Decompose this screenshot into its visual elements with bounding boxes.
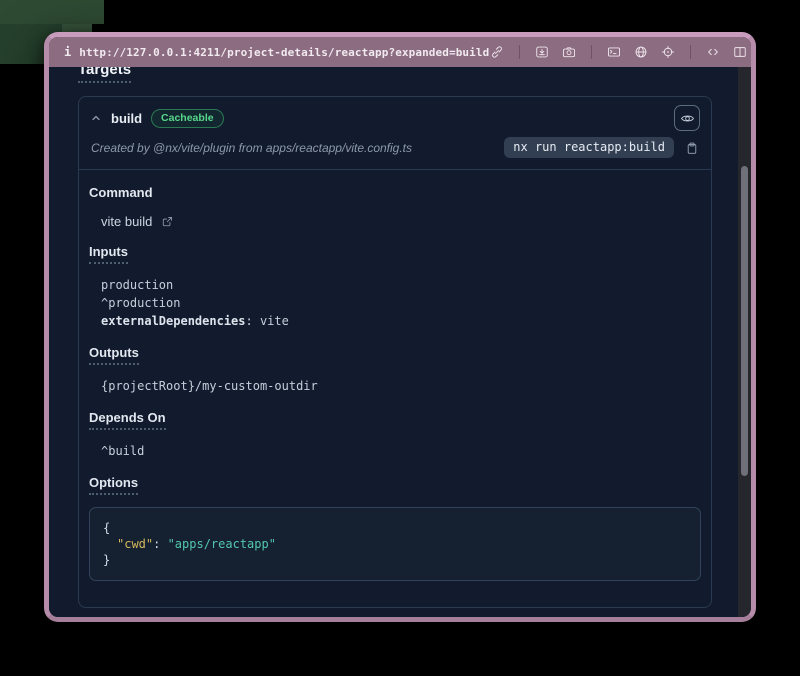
browser-window: i http://127.0.0.1:4211/project-details/…: [44, 32, 756, 622]
input-item: production: [101, 276, 711, 294]
toolbar-separator: [690, 45, 691, 59]
build-card-header[interactable]: build Cacheable: [79, 97, 711, 137]
target-name: build: [111, 111, 142, 126]
copy-icon[interactable]: [684, 140, 700, 156]
link-icon[interactable]: [489, 44, 505, 60]
save-screenshot-icon[interactable]: [534, 44, 550, 60]
command-row: vite build: [101, 214, 711, 229]
outputs-list: {projectRoot}/my-custom-outdir: [101, 377, 711, 395]
run-command-chip: nx run reactapp:build: [504, 137, 674, 158]
created-by-text: Created by @nx/vite/plugin from apps/rea…: [91, 141, 412, 155]
outputs-heading: Outputs: [89, 345, 711, 365]
target-card-build: build Cacheable Created by @nx/vite/plug…: [78, 96, 712, 608]
external-link-icon[interactable]: [161, 215, 174, 228]
page-content: Targets build Cacheable Created by @nx/v…: [49, 67, 751, 617]
depends-on-heading: Depends On: [89, 410, 711, 430]
eye-icon: [680, 111, 695, 126]
build-card-subheader: Created by @nx/vite/plugin from apps/rea…: [79, 137, 711, 170]
depends-on-list: ^build: [101, 442, 711, 460]
wallpaper-corner: [0, 0, 104, 24]
view-in-graph-button[interactable]: [674, 105, 700, 131]
toolbar-separator: [519, 45, 520, 59]
toolbar-separator: [591, 45, 592, 59]
split-view-icon[interactable]: [732, 44, 748, 60]
build-card-body: Command vite build Inputs production ^pr…: [79, 185, 711, 607]
globe-icon[interactable]: [633, 44, 649, 60]
json-line: "cwd": "apps/reactapp": [103, 536, 687, 552]
depends-on-item: ^build: [101, 442, 711, 460]
output-item: {projectRoot}/my-custom-outdir: [101, 377, 711, 395]
options-json-block: { "cwd": "apps/reactapp" }: [89, 507, 701, 581]
terminal-icon[interactable]: [606, 44, 622, 60]
chevron-up-icon: [90, 112, 102, 124]
toolbar-actions: [489, 44, 748, 60]
json-line: {: [103, 520, 687, 536]
options-heading: Options: [89, 475, 711, 495]
inputs-list: production ^production externalDependenc…: [101, 276, 711, 330]
input-item: externalDependencies: vite: [101, 312, 711, 330]
inputs-heading: Inputs: [89, 244, 711, 264]
scrollbar-thumb[interactable]: [741, 166, 748, 476]
scroll-area: Targets build Cacheable Created by @nx/v…: [49, 67, 751, 617]
code-icon[interactable]: [705, 44, 721, 60]
url-toolbar: i http://127.0.0.1:4211/project-details/…: [49, 37, 751, 67]
input-item: ^production: [101, 294, 711, 312]
url-bar[interactable]: http://127.0.0.1:4211/project-details/re…: [79, 46, 489, 59]
json-line: }: [103, 552, 687, 568]
scrollbar-track[interactable]: [738, 67, 751, 617]
info-icon: i: [64, 45, 71, 59]
camera-icon[interactable]: [561, 44, 577, 60]
target-icon[interactable]: [660, 44, 676, 60]
page-title: Targets: [78, 67, 751, 83]
cacheable-badge: Cacheable: [151, 109, 224, 128]
command-value: vite build: [101, 214, 152, 229]
command-heading: Command: [89, 185, 711, 200]
